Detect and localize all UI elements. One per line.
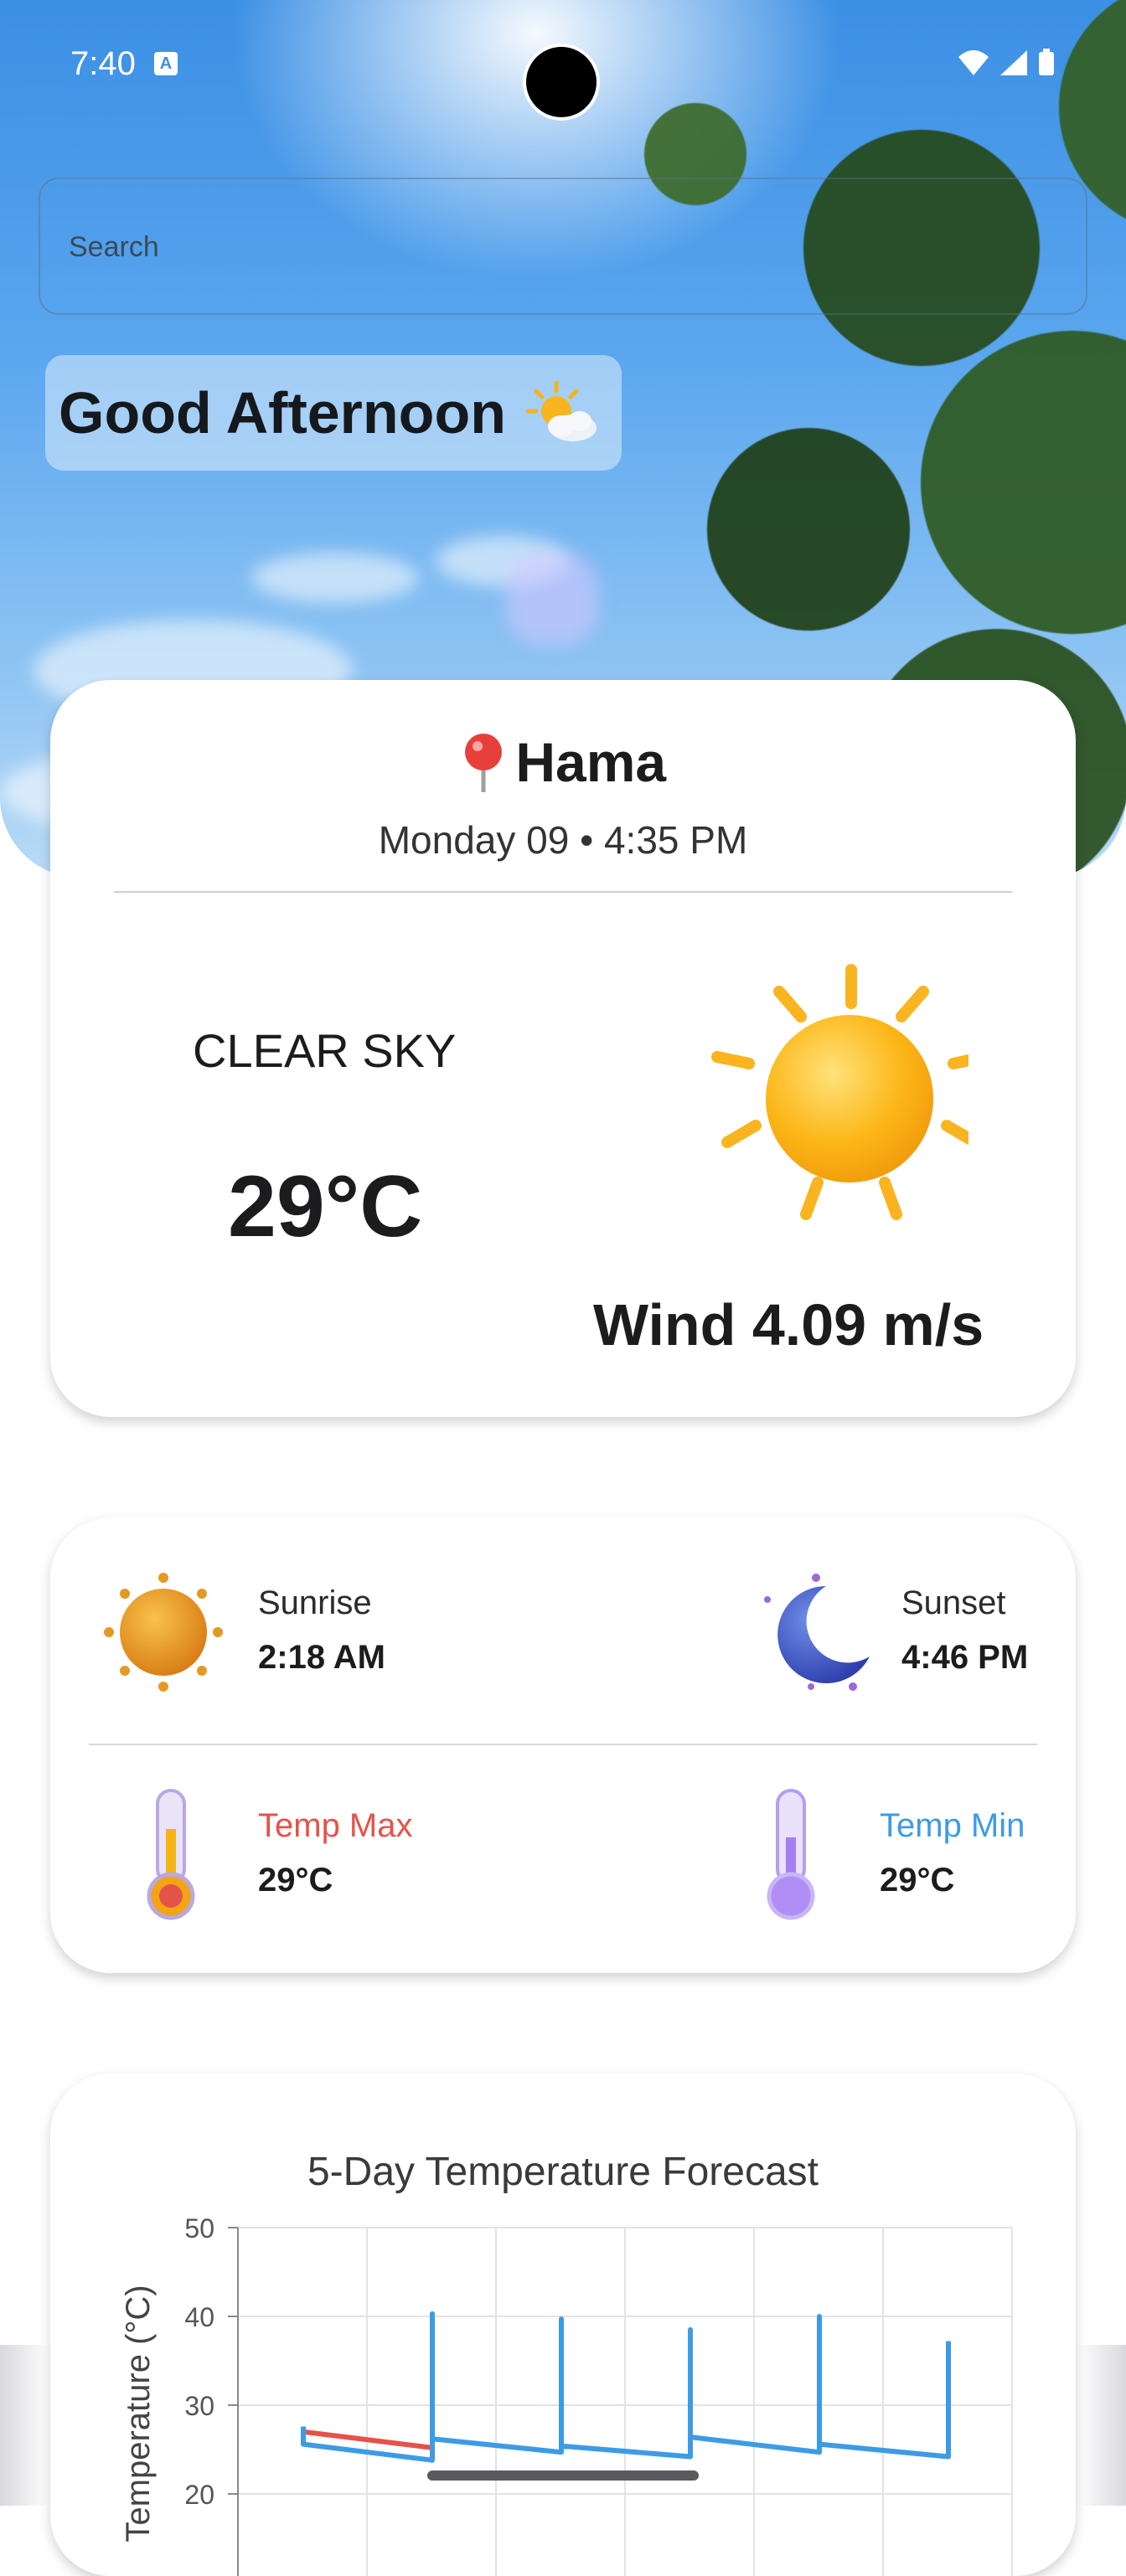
sunset-info: Sunset 4:46 PM [901,1584,1028,1677]
greeting-text: Good Afternoon [59,380,506,446]
sun-behind-cloud-icon [525,380,597,441]
y-tick-label: 40 [184,2302,214,2332]
city-row: Hama [50,730,1076,794]
current-temperature: 29°C [228,1158,423,1255]
moon-icon [764,1574,870,1691]
temp-max-info: Temp Max 29°C [258,1807,413,1899]
temperature-chart: 20304050Temperature (°C) [120,2213,1013,2576]
search-input[interactable] [67,179,1059,315]
sunset-label: Sunset [901,1584,1006,1621]
sun-icon [711,964,968,1220]
temp-max-label: Temp Max [258,1807,413,1844]
sunrise-time: 2:18 AM [258,1639,385,1676]
screen-edge [0,2345,50,2506]
city-name: Hama [515,731,667,793]
sunrise-info: Sunrise 2:18 AM [258,1584,385,1677]
y-axis-label: Temperature (°C) [120,2285,157,2542]
battery-icon [1039,49,1054,75]
search-box[interactable] [39,178,1087,315]
cloud [251,553,419,603]
y-tick-label: 30 [184,2391,214,2421]
current-weather-card: Hama Monday 09 • 4:35 PM CLEAR SKY 29°C … [50,680,1076,1417]
date-time: Monday 09 • 4:35 PM [378,818,748,862]
status-time: 7:40 [70,45,136,82]
temp-min-info: Temp Min 29°C [880,1807,1025,1899]
temp-min-value: 29°C [880,1862,955,1899]
font-accessibility-icon: A [154,52,178,75]
sunrise-label: Sunrise [258,1584,372,1621]
sunrise-icon [104,1573,223,1692]
forecast-chart-card: 5-Day Temperature Forecast 20 30 40 50 Tempe… [50,2074,1076,2576]
temp-min-label: Temp Min [880,1807,1025,1844]
divider [114,891,1012,893]
temp-max-value: 29°C [258,1862,333,1899]
divider [89,1744,1037,1745]
thermometer-hot-icon [147,1789,195,1920]
weather-condition: CLEAR SKY [193,1024,457,1077]
sun-and-temperature-card: Sunrise 2:18 AM Sunset 4:46 PM Temp Max … [50,1517,1076,1973]
thermometer-cold-icon [767,1789,815,1920]
screen-edge [1076,2345,1126,2506]
camera-cutout [523,44,600,121]
location-pin-icon [464,734,502,792]
lens-flare [506,553,598,645]
y-tick-label: 50 [184,2213,214,2244]
sunset-time: 4:46 PM [901,1639,1029,1676]
status-icons [957,49,1056,77]
home-indicator[interactable] [427,2470,699,2481]
wind-speed: Wind 4.09 m/s [593,1292,984,1358]
wifi-icon [958,50,989,75]
cellular-signal-icon [1000,50,1027,75]
greeting-banner: Good Afternoon [45,355,622,471]
